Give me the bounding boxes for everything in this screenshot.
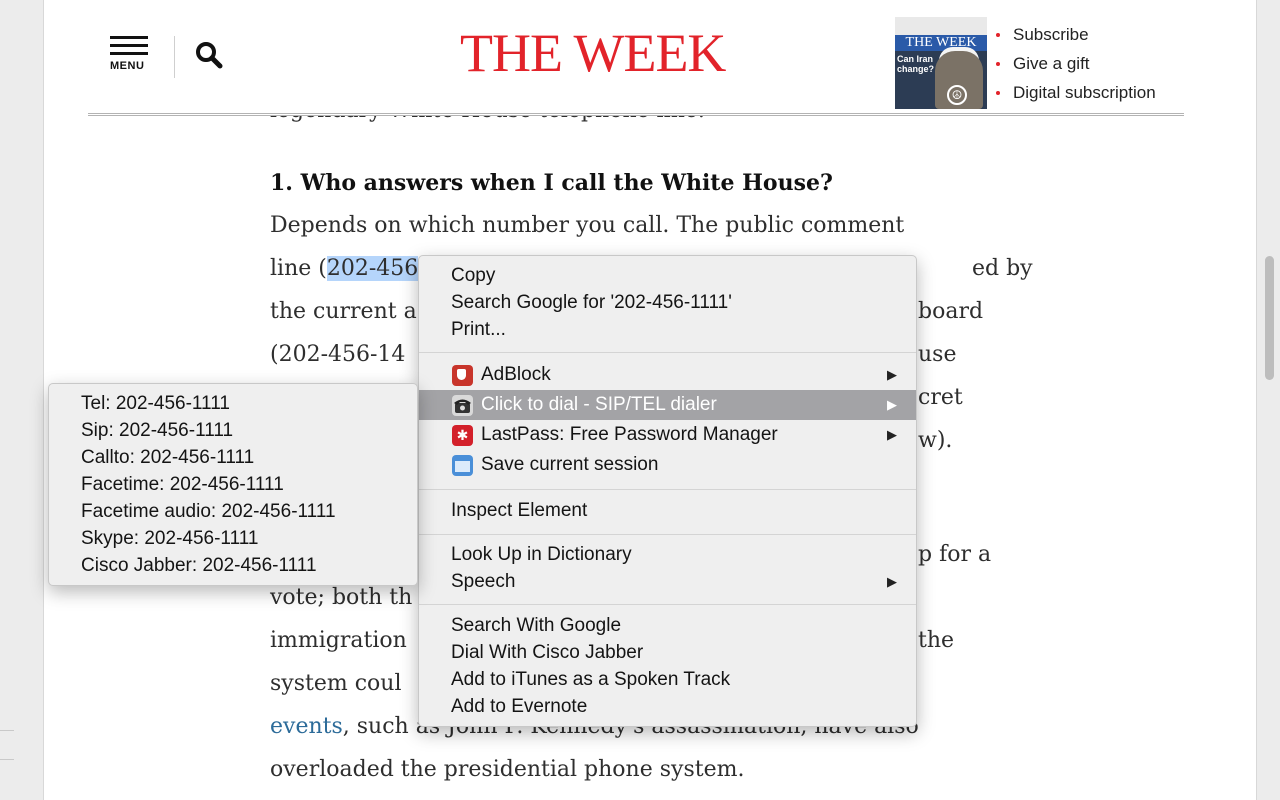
- submenu-arrow-icon: ▶: [887, 367, 897, 382]
- article-heading: 1. Who answers when I call the White Hou…: [270, 170, 833, 196]
- edge-tab: [0, 730, 14, 760]
- menu-item-search-google-for[interactable]: Search Google for '202-456-1111': [419, 289, 916, 316]
- digital-subscription-link[interactable]: Digital subscription: [996, 78, 1156, 107]
- menu-item-search-with-google[interactable]: Search With Google: [419, 612, 916, 639]
- article-line: ed by: [972, 256, 1033, 281]
- hamburger-icon-bar: [110, 44, 148, 47]
- menu-item-speech[interactable]: Speech ▶: [419, 568, 916, 595]
- menu-item-print[interactable]: Print...: [419, 316, 916, 343]
- article-line: use: [918, 342, 957, 367]
- menu-item-inspect-element[interactable]: Inspect Element: [419, 497, 916, 524]
- text-fragment: line (: [270, 256, 327, 281]
- submenu-item-tel[interactable]: Tel: 202-456-1111: [49, 390, 417, 417]
- menu-item-dial-cisco-jabber[interactable]: Dial With Cisco Jabber: [419, 639, 916, 666]
- peace-icon: ☮: [947, 85, 967, 105]
- events-link[interactable]: events: [270, 714, 343, 739]
- article-line: board: [918, 299, 984, 324]
- telephone-icon: [452, 395, 473, 416]
- lastpass-icon: ✱: [452, 425, 473, 446]
- menu-item-label: AdBlock: [481, 364, 551, 385]
- subscription-links: Subscribe Give a gift Digital subscripti…: [996, 20, 1156, 107]
- article-line: system coul: [270, 671, 402, 696]
- site-header: MENU THE WEEK THE WEEK Can Iran change? …: [88, 0, 1184, 116]
- menu-item-click-to-dial[interactable]: Click to dial - SIP/TEL dialer ▶: [419, 390, 916, 420]
- search-button[interactable]: [194, 40, 224, 70]
- submenu-item-cisco-jabber[interactable]: Cisco Jabber: 202-456-1111: [49, 552, 417, 579]
- menu-item-label: Speech: [451, 571, 516, 592]
- magazine-cover[interactable]: THE WEEK Can Iran change? ☮: [895, 17, 987, 109]
- article-line: (202-456-14: [270, 342, 406, 367]
- menu-separator: [419, 604, 916, 605]
- cover-top-strip: [895, 17, 987, 35]
- article-line: immigration: [270, 628, 407, 653]
- give-gift-link[interactable]: Give a gift: [996, 49, 1156, 78]
- menu-button[interactable]: MENU: [110, 36, 152, 80]
- submenu-arrow-icon: ▶: [887, 427, 897, 442]
- menu-item-label: LastPass: Free Password Manager: [481, 424, 778, 445]
- article-line: w).: [918, 428, 953, 453]
- article-line: p for a: [918, 542, 992, 567]
- menu-item-copy[interactable]: Copy: [419, 262, 916, 289]
- article-line: the: [918, 628, 955, 653]
- window-left-edge: [0, 0, 44, 800]
- submenu-arrow-icon: ▶: [887, 574, 897, 589]
- menu-item-lastpass[interactable]: ✱ LastPass: Free Password Manager ▶: [419, 420, 916, 450]
- menu-item-add-to-itunes[interactable]: Add to iTunes as a Spoken Track: [419, 666, 916, 693]
- menu-item-add-to-evernote[interactable]: Add to Evernote: [419, 693, 916, 720]
- adblock-icon: [452, 365, 473, 386]
- menu-item-look-up[interactable]: Look Up in Dictionary: [419, 541, 916, 568]
- submenu-item-facetime[interactable]: Facetime: 202-456-1111: [49, 471, 417, 498]
- article-line: cret: [918, 385, 963, 410]
- scrollbar-thumb[interactable]: [1265, 256, 1274, 380]
- article-line: overloaded the presidential phone system…: [270, 757, 745, 782]
- subscribe-link[interactable]: Subscribe: [996, 20, 1156, 49]
- submenu-item-skype[interactable]: Skype: 202-456-1111: [49, 525, 417, 552]
- hamburger-icon-bar: [110, 52, 148, 55]
- site-logo[interactable]: THE WEEK: [460, 22, 726, 84]
- article-line: line (202-456: [270, 254, 419, 284]
- selected-phone-number[interactable]: 202-456: [326, 256, 419, 281]
- submenu-item-facetime-audio[interactable]: Facetime audio: 202-456-1111: [49, 498, 417, 525]
- scrollbar-track[interactable]: [1256, 0, 1280, 800]
- submenu-arrow-icon: ▶: [887, 397, 897, 412]
- menu-separator: [419, 489, 916, 490]
- menu-separator: [419, 534, 916, 535]
- hamburger-icon: [110, 36, 148, 39]
- menu-separator: [419, 352, 916, 353]
- menu-item-adblock[interactable]: AdBlock ▶: [419, 360, 916, 390]
- search-icon: [196, 42, 223, 69]
- menu-item-label: Save current session: [481, 454, 659, 475]
- menu-item-label: Click to dial - SIP/TEL dialer: [481, 394, 717, 415]
- menu-label: MENU: [110, 60, 145, 72]
- article-line: the current a: [270, 299, 417, 324]
- cover-headline: Can Iran change?: [897, 54, 935, 74]
- submenu-item-sip[interactable]: Sip: 202-456-1111: [49, 417, 417, 444]
- menu-item-save-session[interactable]: Save current session: [419, 450, 916, 480]
- submenu-item-callto[interactable]: Callto: 202-456-1111: [49, 444, 417, 471]
- header-divider: [174, 36, 175, 78]
- context-menu: Copy Search Google for '202-456-1111' Pr…: [418, 255, 917, 727]
- session-icon: [452, 455, 473, 476]
- dialer-submenu: Tel: 202-456-1111 Sip: 202-456-1111 Call…: [48, 383, 418, 586]
- article-line: vote; both th: [270, 585, 413, 610]
- article-line: Depends on which number you call. The pu…: [270, 213, 905, 238]
